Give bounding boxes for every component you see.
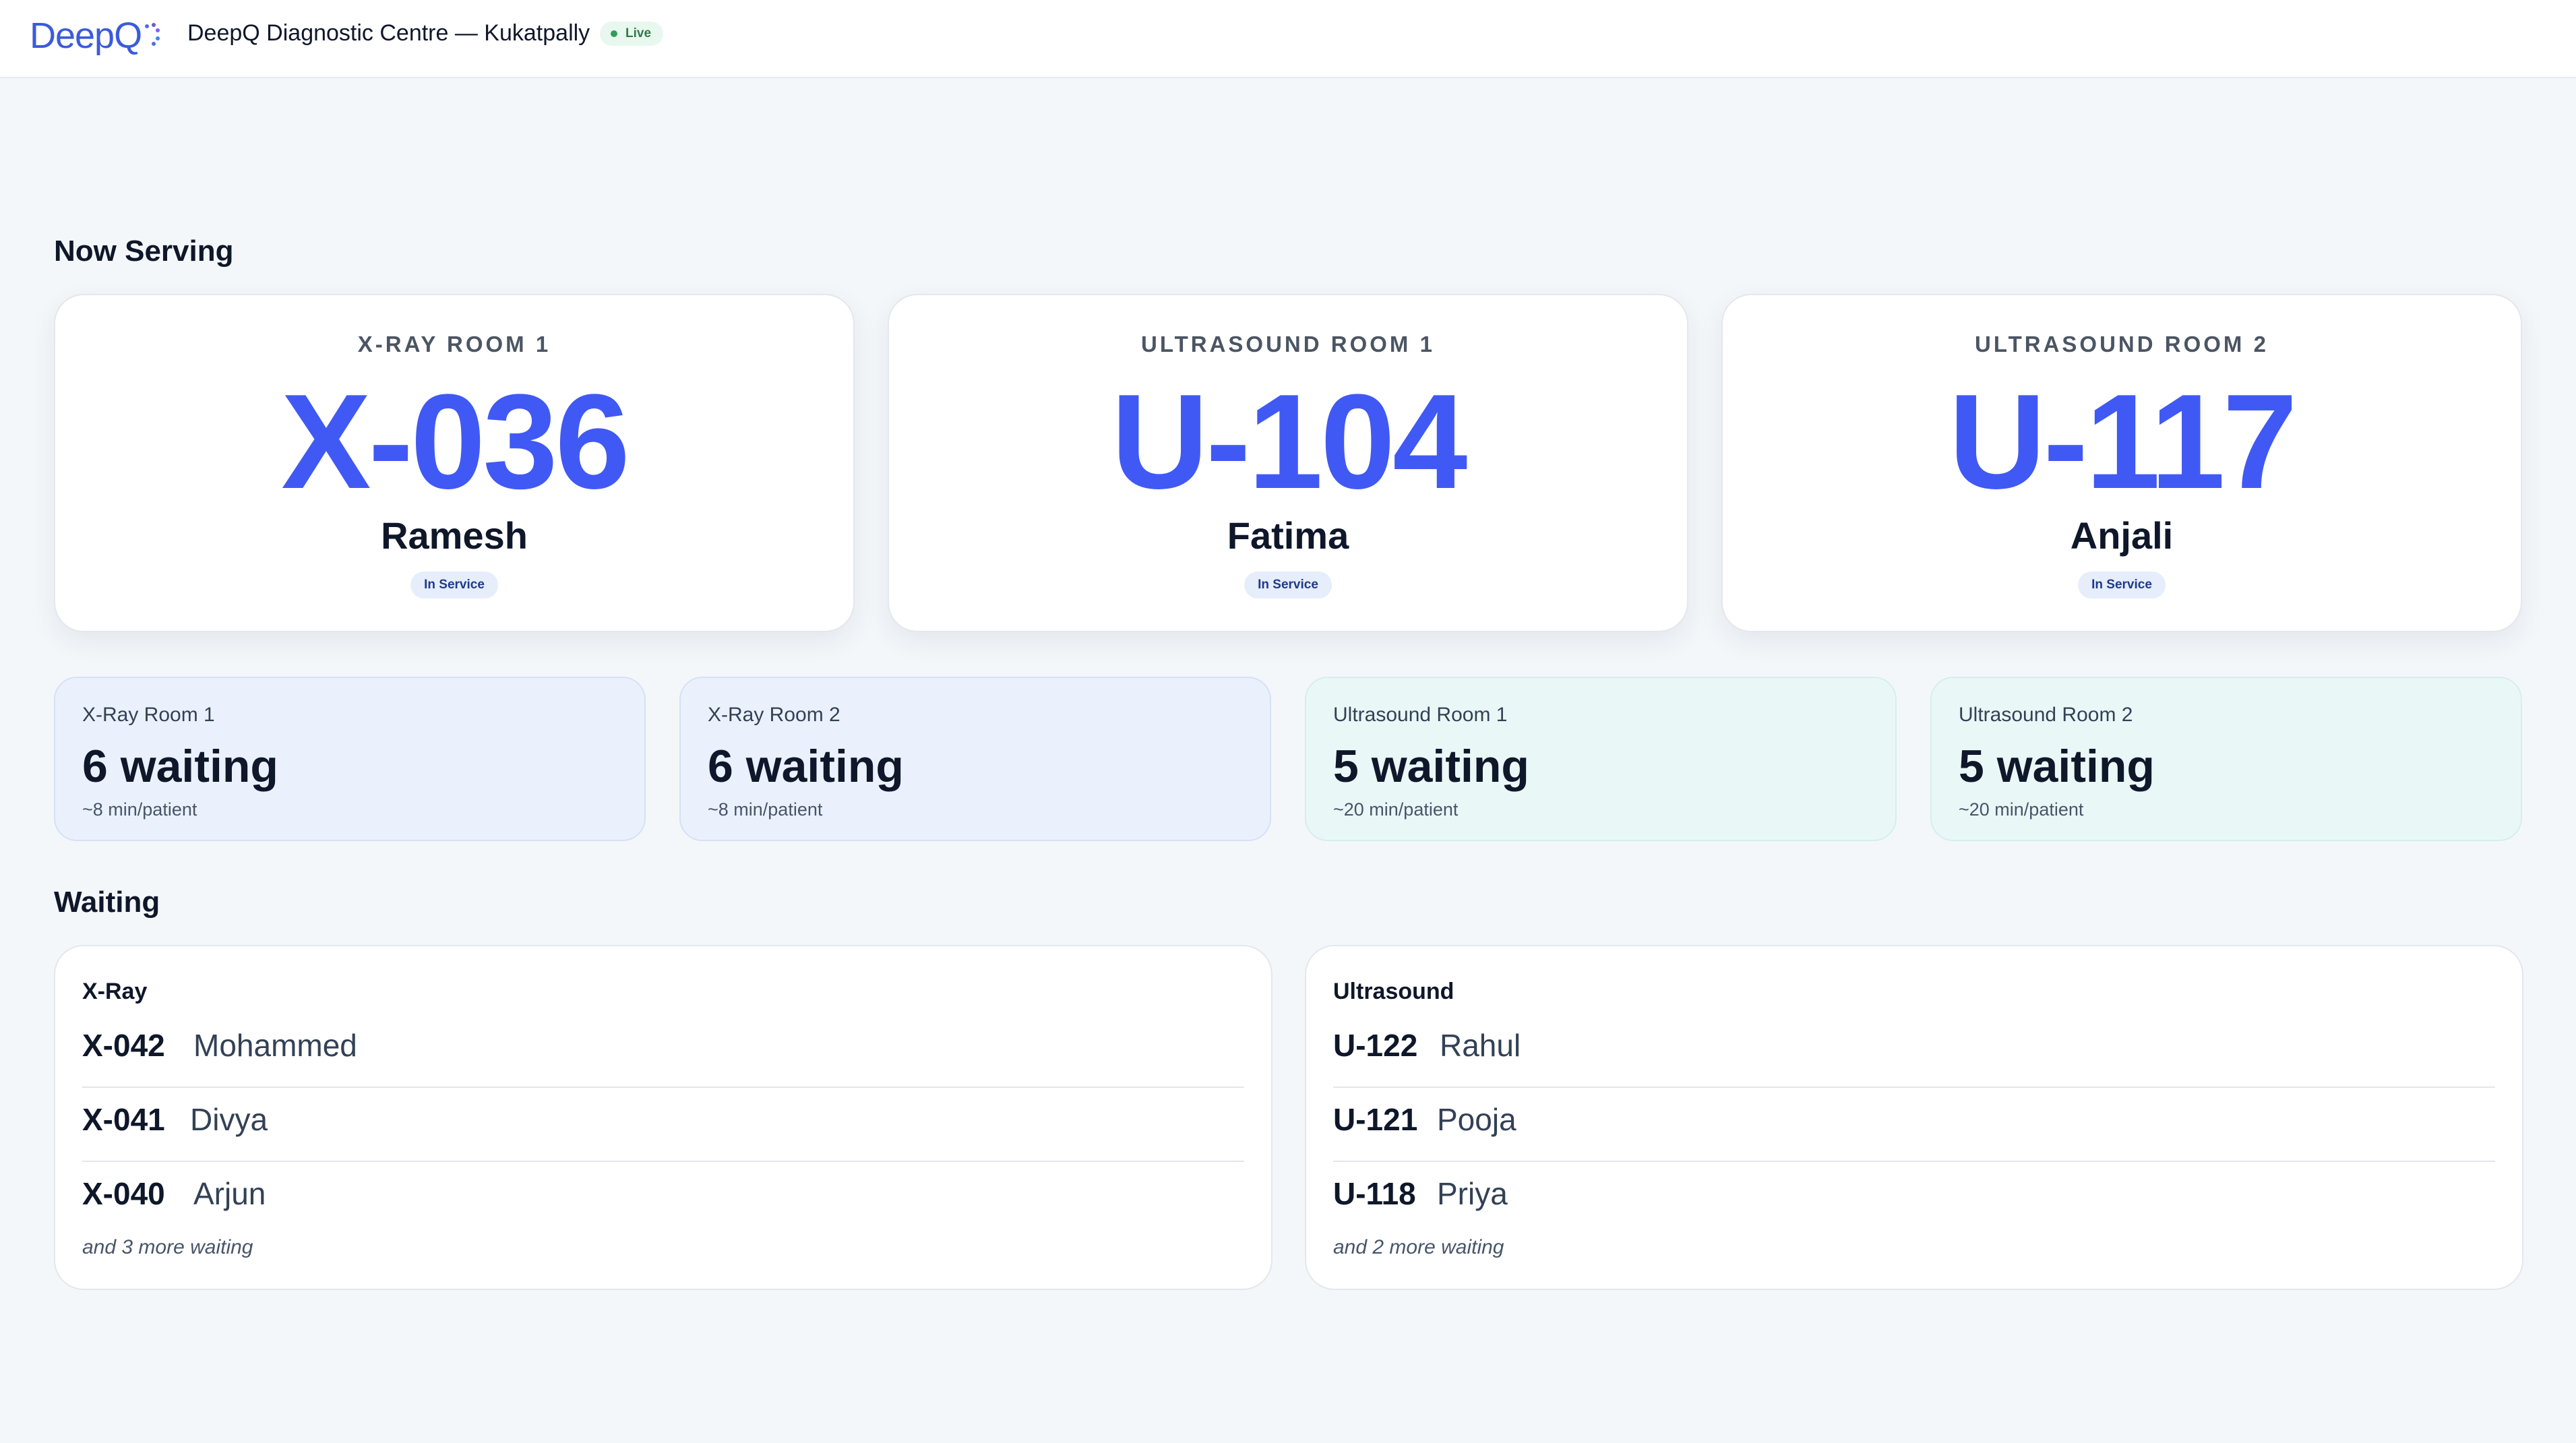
logo-dots-icon (145, 23, 160, 46)
waiting-heading: Waiting (54, 886, 160, 919)
queue-token: U-122 (1333, 1028, 1418, 1063)
now-serving-heading: Now Serving (54, 235, 234, 268)
serving-room-label: ULTRASOUND ROOM 1 (1141, 332, 1435, 357)
serving-patient-name: Ramesh (381, 514, 528, 557)
serving-token: U-104 (1111, 367, 1468, 517)
queue-card-xray: X-Ray X-042 Mohammed X-041 Divya X-040 A… (54, 945, 1272, 1290)
in-service-badge: In Service (2078, 572, 2166, 598)
serving-card-ultrasound-room-1: ULTRASOUND ROOM 1 U-104 Fatima In Servic… (888, 294, 1688, 632)
queue-more-note: and 3 more waiting (82, 1236, 253, 1258)
serving-token: U-117 (1949, 367, 2298, 517)
wait-rate: ~8 min/patient (82, 799, 197, 820)
centre-title: DeepQ Diagnostic Centre — Kukatpally (187, 20, 590, 46)
serving-room-label: ULTRASOUND ROOM 2 (1975, 332, 2269, 357)
wait-room-label: Ultrasound Room 1 (1333, 704, 1508, 726)
queue-patient-name: Mohammed (193, 1028, 357, 1063)
wait-room-label: X-Ray Room 1 (82, 704, 215, 726)
wait-room-label: X-Ray Room 2 (708, 704, 840, 726)
wait-card-ultrasound-room-1: Ultrasound Room 1 5 waiting ~20 min/pati… (1305, 677, 1897, 841)
queue-token: X-040 (82, 1176, 165, 1211)
queue-title: Ultrasound (1333, 979, 1454, 1004)
queue-patient-name: Priya (1437, 1176, 1508, 1211)
queue-token: X-042 (82, 1028, 165, 1063)
serving-patient-name: Anjali (2070, 514, 2174, 557)
wait-rate: ~20 min/patient (1333, 799, 1459, 820)
in-service-badge: In Service (410, 572, 498, 598)
serving-patient-name: Fatima (1227, 514, 1349, 557)
wait-count: 5 waiting (1333, 741, 1529, 792)
top-bar: DeepQ DeepQ Diagnostic Centre — Kukatpal… (0, 0, 2576, 78)
queue-row: X-042 Mohammed (82, 1014, 1244, 1088)
queue-patient-name: Arjun (193, 1176, 266, 1211)
wait-card-xray-room-1: X-Ray Room 1 6 waiting ~8 min/patient (54, 677, 646, 841)
queue-title: X-Ray (82, 979, 148, 1004)
queue-row: U-122 Rahul (1333, 1014, 2495, 1088)
queue-more-note: and 2 more waiting (1333, 1236, 1504, 1258)
live-label: Live (625, 26, 652, 40)
in-service-badge: In Service (1244, 572, 1332, 598)
queue-row: X-041 Divya (82, 1088, 1244, 1162)
deepq-logo[interactable]: DeepQ (30, 15, 160, 57)
serving-token: X-036 (281, 367, 630, 517)
serving-card-xray-room-1: X-RAY ROOM 1 X-036 Ramesh In Service (54, 294, 855, 632)
live-status-badge: Live (600, 22, 664, 46)
queue-patient-name: Pooja (1437, 1102, 1516, 1137)
queue-token: U-118 (1333, 1176, 1416, 1211)
wait-count: 6 waiting (708, 741, 904, 792)
live-dot-icon (611, 30, 617, 37)
wait-card-xray-room-2: X-Ray Room 2 6 waiting ~8 min/patient (679, 677, 1271, 841)
serving-card-ultrasound-room-2: ULTRASOUND ROOM 2 U-117 Anjali In Servic… (1721, 294, 2522, 632)
queue-patient-name: Divya (190, 1102, 268, 1137)
logo-text: DeepQ (30, 16, 142, 56)
wait-rate: ~20 min/patient (1959, 799, 2084, 820)
queue-row: X-040 Arjun (82, 1162, 1244, 1236)
queue-patient-name: Rahul (1440, 1028, 1521, 1063)
serving-room-label: X-RAY ROOM 1 (357, 332, 551, 357)
queue-token: U-121 (1333, 1102, 1418, 1137)
queue-token: X-041 (82, 1102, 165, 1137)
wait-count: 6 waiting (82, 741, 278, 792)
queue-row: U-118 Priya (1333, 1162, 2495, 1236)
wait-rate: ~8 min/patient (708, 799, 823, 820)
wait-room-label: Ultrasound Room 2 (1959, 704, 2133, 726)
wait-count: 5 waiting (1959, 741, 2155, 792)
queue-row: U-121 Pooja (1333, 1088, 2495, 1162)
queue-card-ultrasound: Ultrasound U-122 Rahul U-121 Pooja U-118… (1305, 945, 2523, 1290)
wait-card-ultrasound-room-2: Ultrasound Room 2 5 waiting ~20 min/pati… (1930, 677, 2522, 841)
